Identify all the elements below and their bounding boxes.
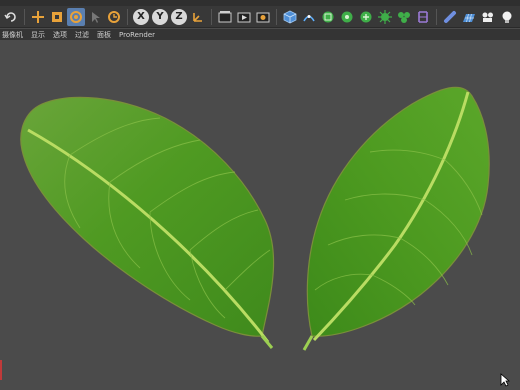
- recent-tool-icon[interactable]: [105, 8, 123, 26]
- toolbar-separator: [436, 8, 437, 25]
- cube-icon[interactable]: [281, 8, 299, 26]
- 3d-viewport[interactable]: [0, 40, 520, 390]
- field-icon[interactable]: [395, 8, 413, 26]
- render-view-icon[interactable]: [216, 8, 234, 26]
- viewport-menu-camera[interactable]: 摄像机: [2, 30, 23, 40]
- viewport-menu-display[interactable]: 显示: [31, 30, 45, 40]
- mograph-cloner-icon[interactable]: [357, 8, 375, 26]
- scale-icon[interactable]: [48, 8, 66, 26]
- right-leaf[interactable]: [302, 86, 490, 351]
- light-icon[interactable]: [498, 8, 516, 26]
- array-icon[interactable]: [338, 8, 356, 26]
- material-icon[interactable]: [441, 8, 459, 26]
- render-picture-viewer-icon[interactable]: [235, 8, 253, 26]
- subdivision-icon[interactable]: [319, 8, 337, 26]
- viewport-menu-filter[interactable]: 过滤: [75, 30, 89, 40]
- undo-icon[interactable]: [2, 8, 20, 26]
- viewport-menu-options[interactable]: 选项: [53, 30, 67, 40]
- move-icon[interactable]: [29, 8, 47, 26]
- viewport-menubar: 摄像机 显示 选项 过滤 面板 ProRender: [0, 29, 520, 40]
- floor-icon[interactable]: [460, 8, 478, 26]
- toolbar-separator: [127, 8, 128, 25]
- camera-icon[interactable]: [479, 8, 497, 26]
- coordinate-system-icon[interactable]: [189, 8, 207, 26]
- live-select-icon[interactable]: [86, 8, 104, 26]
- toolbar-separator: [211, 8, 212, 25]
- viewport-scene: [20, 86, 490, 351]
- viewport-menu-panel[interactable]: 面板: [97, 30, 111, 40]
- toolbar-separator: [24, 8, 25, 25]
- render-settings-icon[interactable]: [254, 8, 272, 26]
- mouse-cursor-icon: [500, 372, 511, 390]
- viewport-edge-marker: [0, 360, 2, 380]
- y-axis-icon[interactable]: Y: [151, 8, 169, 26]
- viewport-menu-prorender[interactable]: ProRender: [119, 31, 155, 39]
- environment-icon[interactable]: [414, 8, 432, 26]
- pen-icon[interactable]: [300, 8, 318, 26]
- deformer-icon[interactable]: [376, 8, 394, 26]
- z-axis-icon[interactable]: Z: [170, 8, 188, 26]
- left-leaf[interactable]: [20, 96, 275, 349]
- toolbar-separator: [276, 8, 277, 25]
- x-axis-icon[interactable]: X: [132, 8, 150, 26]
- rotate-icon[interactable]: [67, 7, 85, 26]
- main-toolbar: X Y Z: [0, 6, 520, 28]
